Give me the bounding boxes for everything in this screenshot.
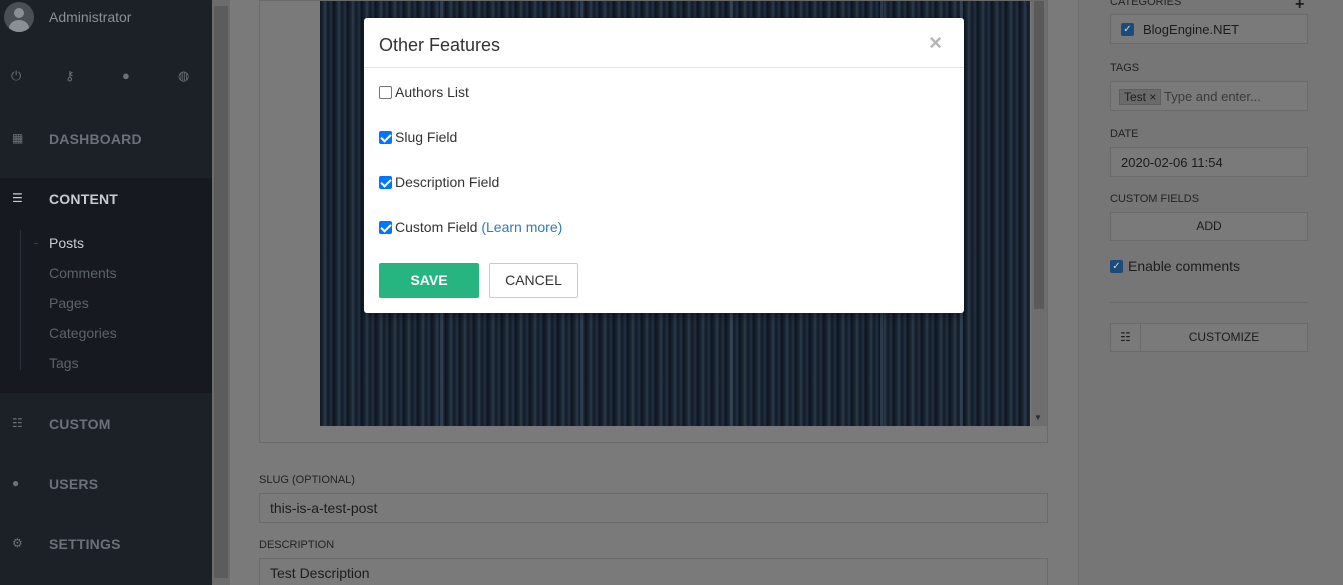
- subnav-dot: [34, 243, 38, 244]
- divider: [1110, 302, 1308, 303]
- nav-settings-label: SETTINGS: [49, 536, 121, 552]
- modal-header: Other Features ×: [364, 18, 964, 68]
- subnav-categories[interactable]: Categories: [49, 325, 117, 341]
- scroll-down-icon[interactable]: ▼: [1034, 413, 1042, 422]
- add-category-icon[interactable]: +: [1295, 0, 1304, 14]
- slug-field-checkbox[interactable]: [379, 131, 392, 144]
- subnav-comments[interactable]: Comments: [49, 265, 117, 281]
- nav-custom-label: CUSTOM: [49, 416, 111, 432]
- enable-comments-label: Enable comments: [1128, 258, 1241, 274]
- key-icon[interactable]: ⚷: [65, 68, 75, 84]
- custom-fields-label: CUSTOM FIELDS: [1110, 193, 1200, 205]
- post-settings-panel: CATEGORIES + ✓ BlogEngine.NET TAGS Test …: [1078, 0, 1343, 585]
- categories-box: ✓ BlogEngine.NET: [1110, 14, 1308, 44]
- tag-text: Test: [1124, 90, 1147, 104]
- power-icon[interactable]: ⏻: [11, 68, 21, 84]
- category-label: BlogEngine.NET: [1143, 22, 1240, 37]
- custom-field-text: Custom Field: [395, 219, 478, 235]
- modal-title: Other Features: [379, 35, 501, 55]
- user-name: Administrator: [49, 9, 132, 25]
- editor-scrollbar[interactable]: ▼: [1031, 1, 1047, 426]
- description-label: DESCRIPTION: [259, 539, 335, 551]
- sidebar: Administrator ⏻ ⚷ ● ◍ ▦ DASHBOARD ☰ CONT…: [0, 0, 212, 585]
- subnav-tags[interactable]: Tags: [49, 355, 79, 371]
- list-icon: ☰: [12, 191, 23, 205]
- add-custom-field-button[interactable]: ADD: [1110, 212, 1308, 241]
- avatar: [4, 2, 34, 32]
- tag-chip: Test ×: [1119, 89, 1162, 105]
- close-icon[interactable]: ×: [929, 32, 942, 54]
- description-input[interactable]: Test Description: [259, 558, 1048, 585]
- dashboard-icon: ▦: [12, 131, 24, 145]
- custom-field-label: Custom Field (Learn more): [395, 219, 562, 235]
- description-field-label: Description Field: [395, 174, 500, 190]
- save-button[interactable]: SAVE: [379, 263, 479, 298]
- nav-content[interactable]: ☰ CONTENT: [0, 189, 212, 209]
- nav-dashboard[interactable]: ▦ DASHBOARD: [0, 129, 212, 149]
- slug-input[interactable]: this-is-a-test-post: [259, 493, 1048, 523]
- cancel-button[interactable]: CANCEL: [489, 263, 578, 298]
- sliders-icon: ☷: [12, 416, 23, 430]
- gear-icon: ⚙: [12, 536, 23, 550]
- subnav-posts[interactable]: Posts: [49, 235, 84, 251]
- tag-remove-icon[interactable]: ×: [1149, 90, 1156, 104]
- nav-dashboard-label: DASHBOARD: [49, 131, 142, 147]
- content-section: [0, 178, 212, 393]
- categories-label: CATEGORIES: [1110, 0, 1182, 8]
- authors-list-checkbox[interactable]: [379, 86, 392, 99]
- nav-users[interactable]: ● USERS: [0, 474, 212, 494]
- tags-label: TAGS: [1110, 62, 1140, 74]
- customize-label: CUSTOMIZE: [1188, 330, 1260, 344]
- enable-comments-checkbox[interactable]: ✓: [1110, 260, 1123, 273]
- user-profile[interactable]: Administrator: [0, 0, 212, 36]
- custom-field-checkbox[interactable]: [379, 221, 392, 234]
- authors-list-label: Authors List: [395, 84, 469, 100]
- nav-content-label: CONTENT: [49, 191, 119, 207]
- subnav-line: [20, 230, 21, 370]
- sidebar-scrollbar[interactable]: [212, 0, 230, 585]
- nav-custom[interactable]: ☷ CUSTOM: [0, 414, 212, 434]
- slug-field-label: Slug Field: [395, 129, 458, 145]
- date-input[interactable]: 2020-02-06 11:54: [1110, 147, 1308, 177]
- tags-placeholder: Type and enter...: [1164, 89, 1261, 104]
- other-features-modal: Other Features × Authors List Slug Field…: [364, 18, 964, 313]
- slug-label: SLUG (OPTIONAL): [259, 474, 355, 486]
- globe-icon[interactable]: ◍: [178, 68, 189, 84]
- quick-actions: ⏻ ⚷ ● ◍: [0, 68, 212, 88]
- user-icon[interactable]: ●: [122, 68, 130, 83]
- learn-more-link[interactable]: (Learn more): [481, 219, 562, 235]
- tags-input[interactable]: Test × Type and enter...: [1110, 81, 1308, 111]
- nav-settings[interactable]: ⚙ SETTINGS: [0, 534, 212, 554]
- subnav-pages[interactable]: Pages: [49, 295, 89, 311]
- date-label: DATE: [1110, 128, 1139, 140]
- user-icon: ●: [12, 476, 20, 490]
- category-checkbox[interactable]: ✓: [1121, 23, 1134, 36]
- sliders-icon: ☷: [1111, 324, 1141, 351]
- customize-button[interactable]: ☷ CUSTOMIZE: [1110, 323, 1308, 352]
- description-field-checkbox[interactable]: [379, 176, 392, 189]
- date-value: 2020-02-06 11:54: [1121, 155, 1223, 170]
- nav-users-label: USERS: [49, 476, 99, 492]
